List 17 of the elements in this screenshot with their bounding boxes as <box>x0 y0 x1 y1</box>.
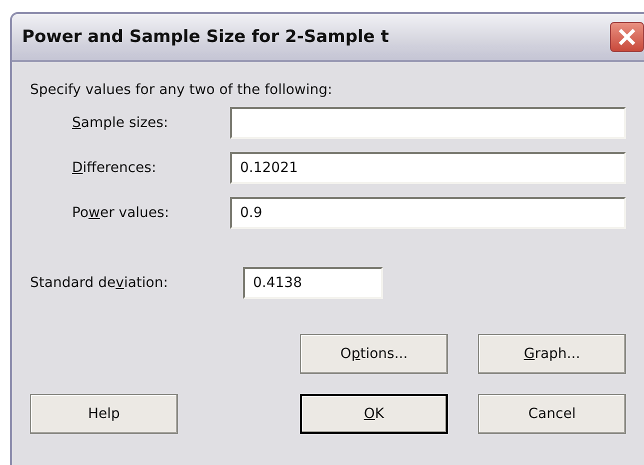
input-field[interactable]: 0.9 <box>230 197 626 229</box>
default-button[interactable]: OK <box>300 394 448 434</box>
dialog-button[interactable]: Graph... <box>478 334 626 374</box>
field-label: Differences: <box>72 160 158 176</box>
field-label: Sample sizes: <box>72 115 170 131</box>
input-field[interactable]: 0.12021 <box>230 152 626 184</box>
close-icon <box>617 27 637 47</box>
close-button[interactable] <box>610 22 644 52</box>
instruction-text: Specify values for any two of the following: <box>30 82 334 98</box>
field-label: Standard deviation: <box>30 275 169 291</box>
input-field[interactable]: 0.4138 <box>243 267 383 299</box>
dialog-button[interactable]: Options... <box>300 334 448 374</box>
dialog-button[interactable]: Cancel <box>478 394 626 434</box>
window-title: Power and Sample Size for 2-Sample t <box>22 27 389 47</box>
field-label: Power values: <box>72 205 170 221</box>
input-field[interactable] <box>230 107 626 139</box>
dialog-button[interactable]: Help <box>30 394 178 434</box>
